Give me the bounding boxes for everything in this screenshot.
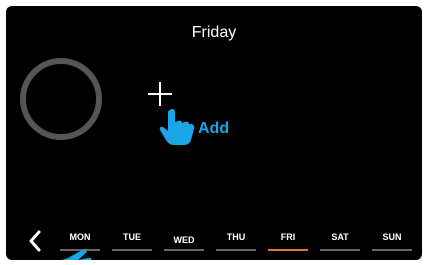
week-day-selector: MON TUE WED THU FRI SAT SUN	[54, 232, 414, 256]
hand-pointer-icon	[159, 108, 195, 145]
day-underline	[112, 249, 152, 251]
day-title: Friday	[191, 24, 237, 41]
day-underline	[164, 249, 204, 251]
day-label: SUN	[382, 232, 402, 242]
day-tab-mon[interactable]: MON	[60, 232, 100, 251]
day-tab-tue[interactable]: TUE	[112, 232, 152, 251]
day-label: WED	[173, 235, 195, 245]
day-underline	[320, 249, 360, 251]
add-button[interactable]: Add	[198, 120, 229, 138]
ring-icon	[20, 58, 102, 140]
day-tab-wed[interactable]: WED	[164, 235, 204, 251]
day-label: FRI	[280, 232, 296, 242]
day-tab-thu[interactable]: THU	[216, 232, 256, 251]
day-underline-selected	[268, 249, 308, 251]
day-tab-sun[interactable]: SUN	[372, 232, 412, 251]
day-underline	[216, 249, 256, 251]
day-label: SAT	[331, 232, 349, 242]
add-plus-icon[interactable]	[148, 82, 172, 106]
chevron-left-icon[interactable]	[28, 230, 42, 252]
swipe-hand-icon	[62, 249, 92, 260]
day-underline	[372, 249, 412, 251]
day-label: TUE	[123, 232, 141, 242]
thermostat-screen: Friday Add MON TUE WED THU FRI SAT SUN	[6, 6, 422, 260]
day-tab-sat[interactable]: SAT	[320, 232, 360, 251]
day-tab-fri[interactable]: FRI	[268, 232, 308, 251]
day-label: THU	[226, 232, 246, 242]
day-label: MON	[69, 232, 91, 242]
